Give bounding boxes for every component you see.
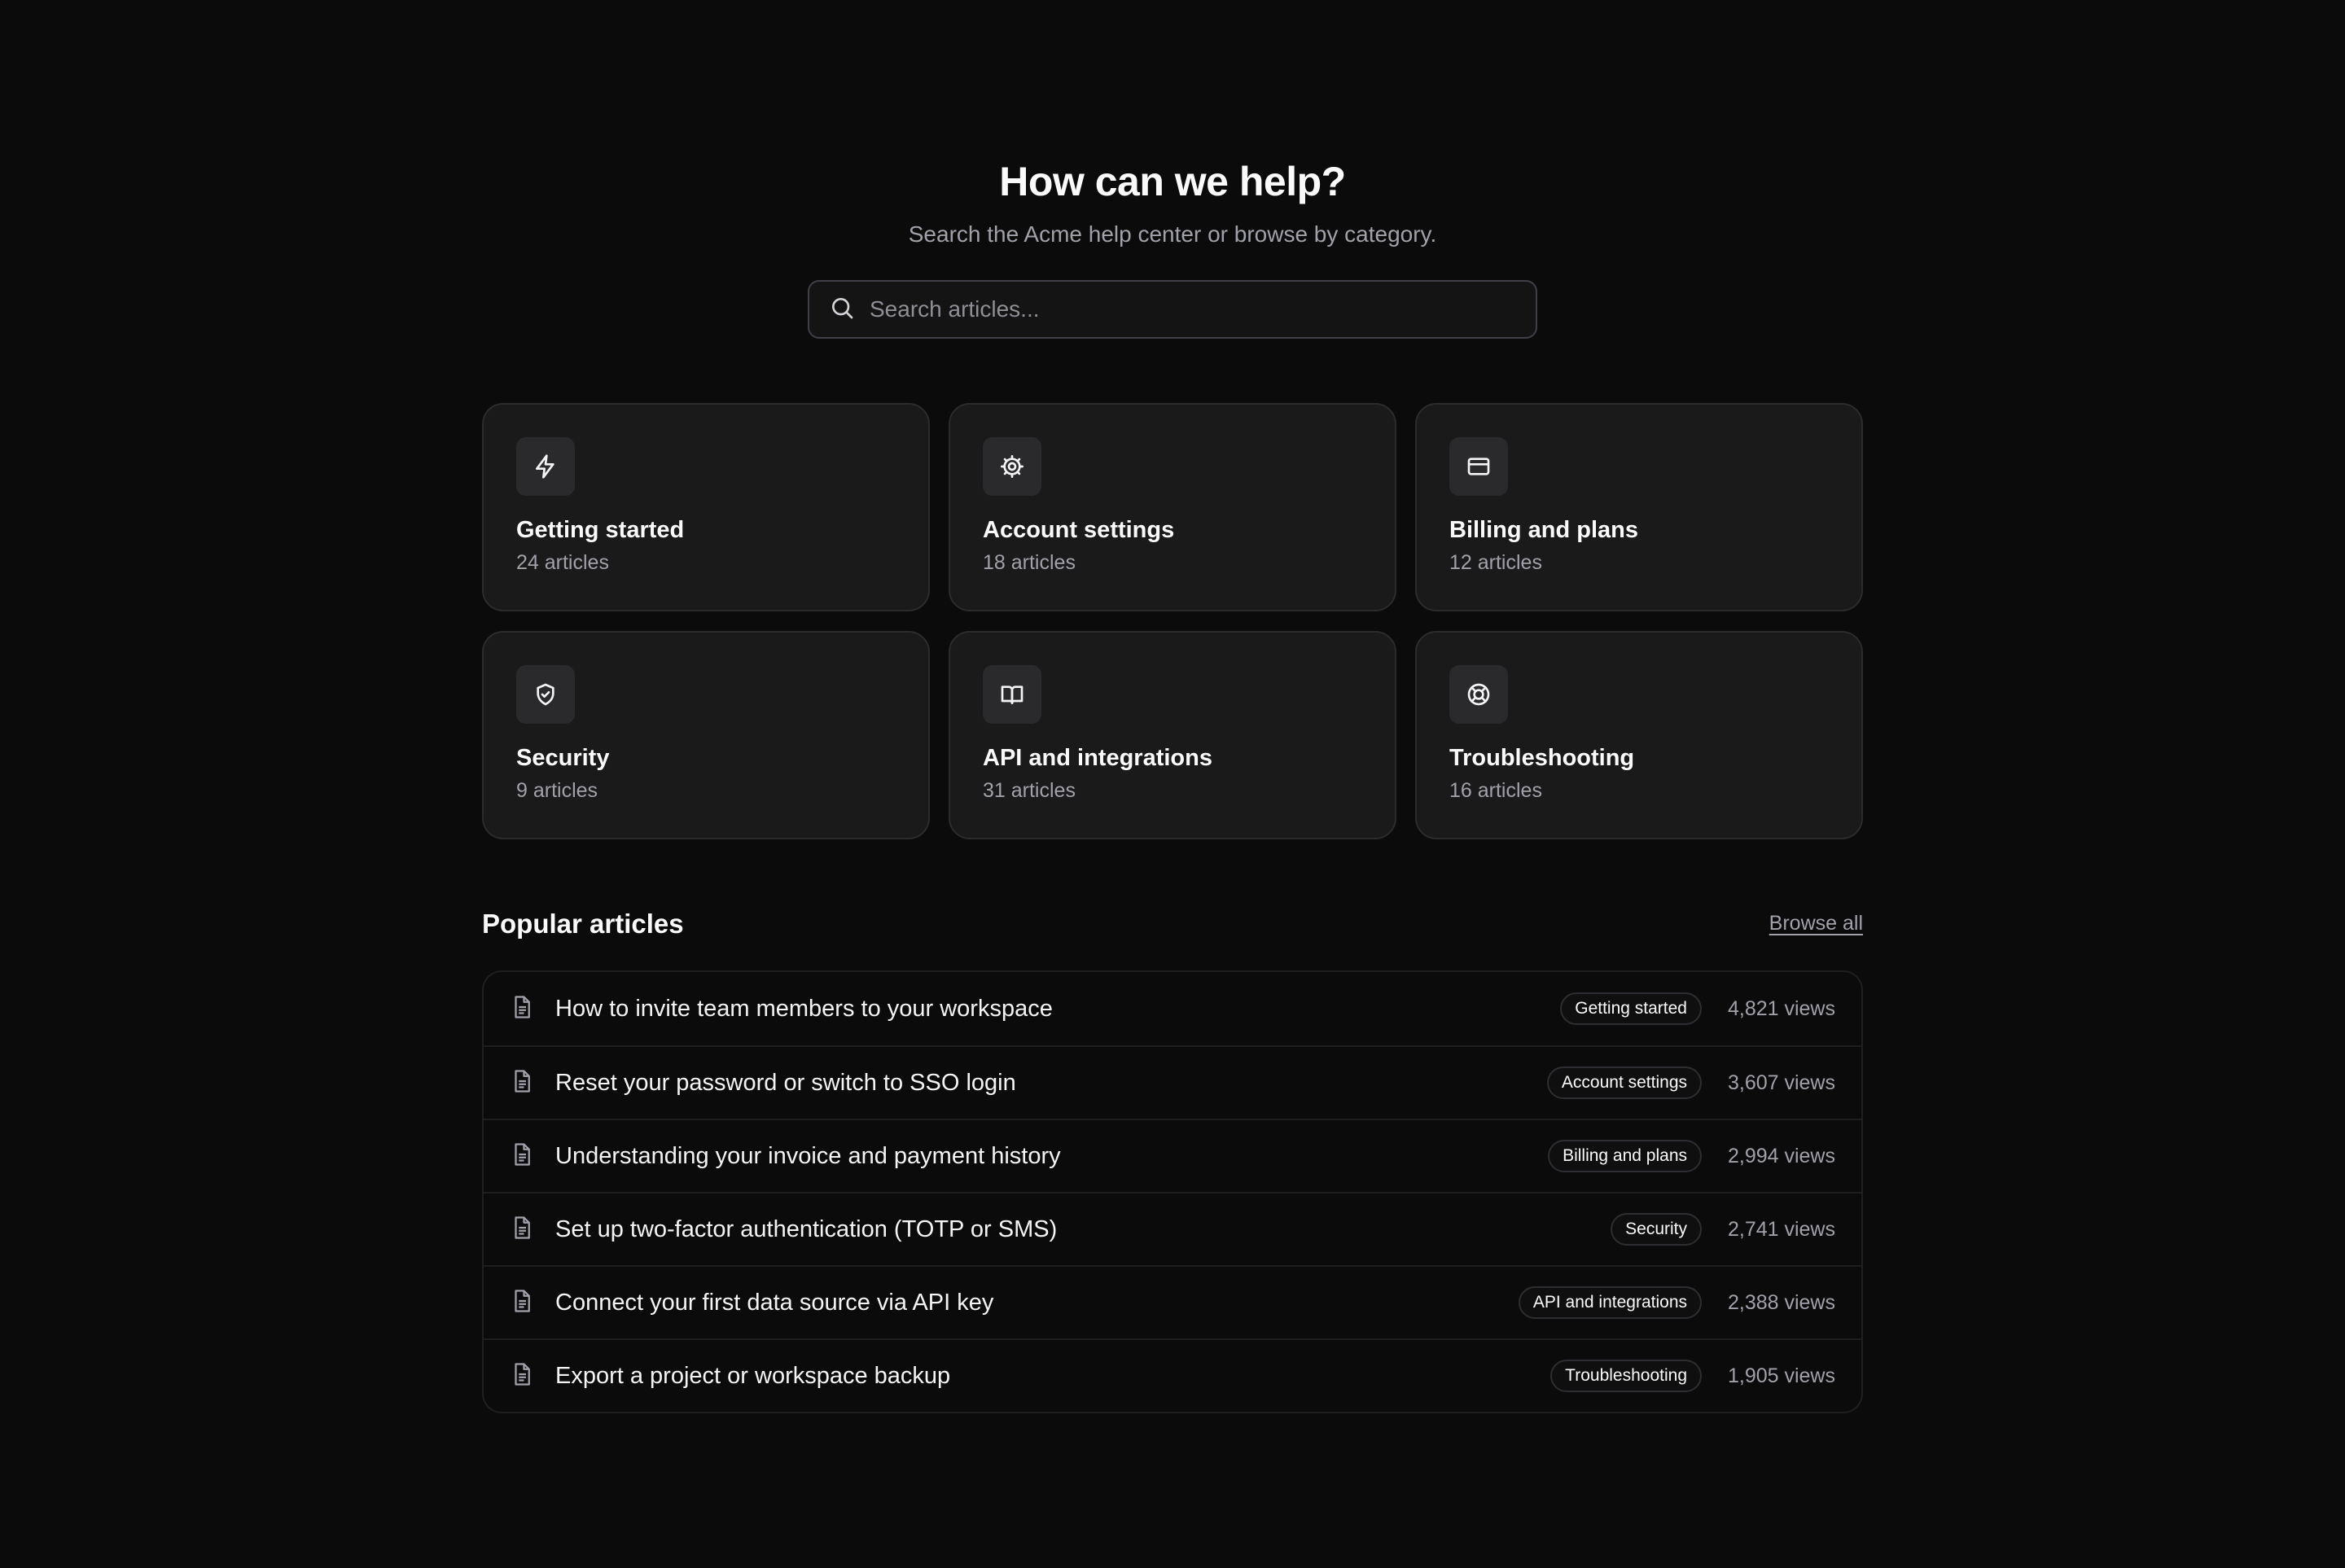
article-row[interactable]: Reset your password or switch to SSO log… xyxy=(484,1045,1861,1119)
category-badge: Getting started xyxy=(1560,992,1702,1025)
category-title: Security xyxy=(516,745,610,771)
page-subtitle: Search the Acme help center or browse by… xyxy=(908,221,1437,247)
gear-icon xyxy=(983,437,1041,496)
search-input[interactable] xyxy=(870,296,1505,322)
browse-all-link[interactable]: Browse all xyxy=(1769,912,1863,935)
view-count: 2,994 views xyxy=(1727,1144,1835,1167)
category-badge: Account settings xyxy=(1546,1067,1702,1099)
category-title: API and integrations xyxy=(983,745,1212,771)
category-count: 16 articles xyxy=(1449,779,1542,802)
article-row[interactable]: Understanding your invoice and payment h… xyxy=(484,1119,1861,1192)
category-card-getting-started[interactable]: Getting started 24 articles xyxy=(482,403,930,611)
document-icon xyxy=(510,1142,534,1171)
article-title: Understanding your invoice and payment h… xyxy=(555,1142,1061,1169)
article-row[interactable]: How to invite team members to your works… xyxy=(484,972,1861,1045)
bolt-icon xyxy=(516,437,575,496)
category-card-account-settings[interactable]: Account settings 18 articles xyxy=(949,403,1396,611)
hero: How can we help? Search the Acme help ce… xyxy=(0,151,2345,251)
category-count: 24 articles xyxy=(516,551,609,574)
view-count: 2,388 views xyxy=(1727,1290,1835,1314)
category-count: 9 articles xyxy=(516,779,598,802)
category-card-security[interactable]: Security 9 articles xyxy=(482,631,930,839)
article-row[interactable]: Connect your first data source via API k… xyxy=(484,1265,1861,1338)
document-icon xyxy=(510,1069,534,1097)
category-title: Account settings xyxy=(983,517,1175,543)
view-count: 4,821 views xyxy=(1727,996,1835,1020)
document-icon xyxy=(510,1215,534,1244)
category-badge: API and integrations xyxy=(1518,1286,1702,1319)
popular-articles-list: How to invite team members to your works… xyxy=(482,970,1863,1413)
book-icon xyxy=(983,665,1041,724)
article-row[interactable]: Export a project or workspace backup Tro… xyxy=(484,1338,1861,1412)
article-row[interactable]: Set up two-factor authentication (TOTP o… xyxy=(484,1192,1861,1265)
category-card-billing-and-plans[interactable]: Billing and plans 12 articles xyxy=(1415,403,1863,611)
article-title: How to invite team members to your works… xyxy=(555,995,1053,1022)
category-title: Troubleshooting xyxy=(1449,745,1635,771)
view-count: 3,607 views xyxy=(1727,1071,1835,1094)
search-bar[interactable] xyxy=(808,280,1537,339)
category-badge: Billing and plans xyxy=(1548,1140,1702,1172)
category-count: 12 articles xyxy=(1449,551,1542,574)
article-title: Export a project or workspace backup xyxy=(555,1362,951,1389)
category-card-api-and-integrations[interactable]: API and integrations 31 articles xyxy=(949,631,1396,839)
category-count: 31 articles xyxy=(983,779,1076,802)
lifebuoy-icon xyxy=(1449,665,1508,724)
article-title: Reset your password or switch to SSO log… xyxy=(555,1069,1016,1096)
document-icon xyxy=(510,1362,534,1391)
category-grid: Getting started 24 articles Account sett… xyxy=(482,403,1863,839)
category-card-troubleshooting[interactable]: Troubleshooting 16 articles xyxy=(1415,631,1863,839)
article-title: Set up two-factor authentication (TOTP o… xyxy=(555,1215,1058,1242)
category-count: 18 articles xyxy=(983,551,1076,574)
page-title: How can we help? xyxy=(999,159,1346,204)
help-center-page: How can we help? Search the Acme help ce… xyxy=(0,0,2345,1568)
search-icon xyxy=(829,295,855,325)
shield-icon xyxy=(516,665,575,724)
category-badge: Security xyxy=(1611,1213,1702,1246)
view-count: 2,741 views xyxy=(1727,1217,1835,1241)
document-icon xyxy=(510,995,534,1023)
credit-card-icon xyxy=(1449,437,1508,496)
category-badge: Troubleshooting xyxy=(1550,1360,1702,1392)
article-title: Connect your first data source via API k… xyxy=(555,1289,994,1316)
view-count: 1,905 views xyxy=(1727,1364,1835,1387)
document-icon xyxy=(510,1289,534,1317)
category-title: Billing and plans xyxy=(1449,517,1639,543)
popular-articles-heading: Popular articles xyxy=(482,909,684,939)
category-title: Getting started xyxy=(516,517,685,543)
